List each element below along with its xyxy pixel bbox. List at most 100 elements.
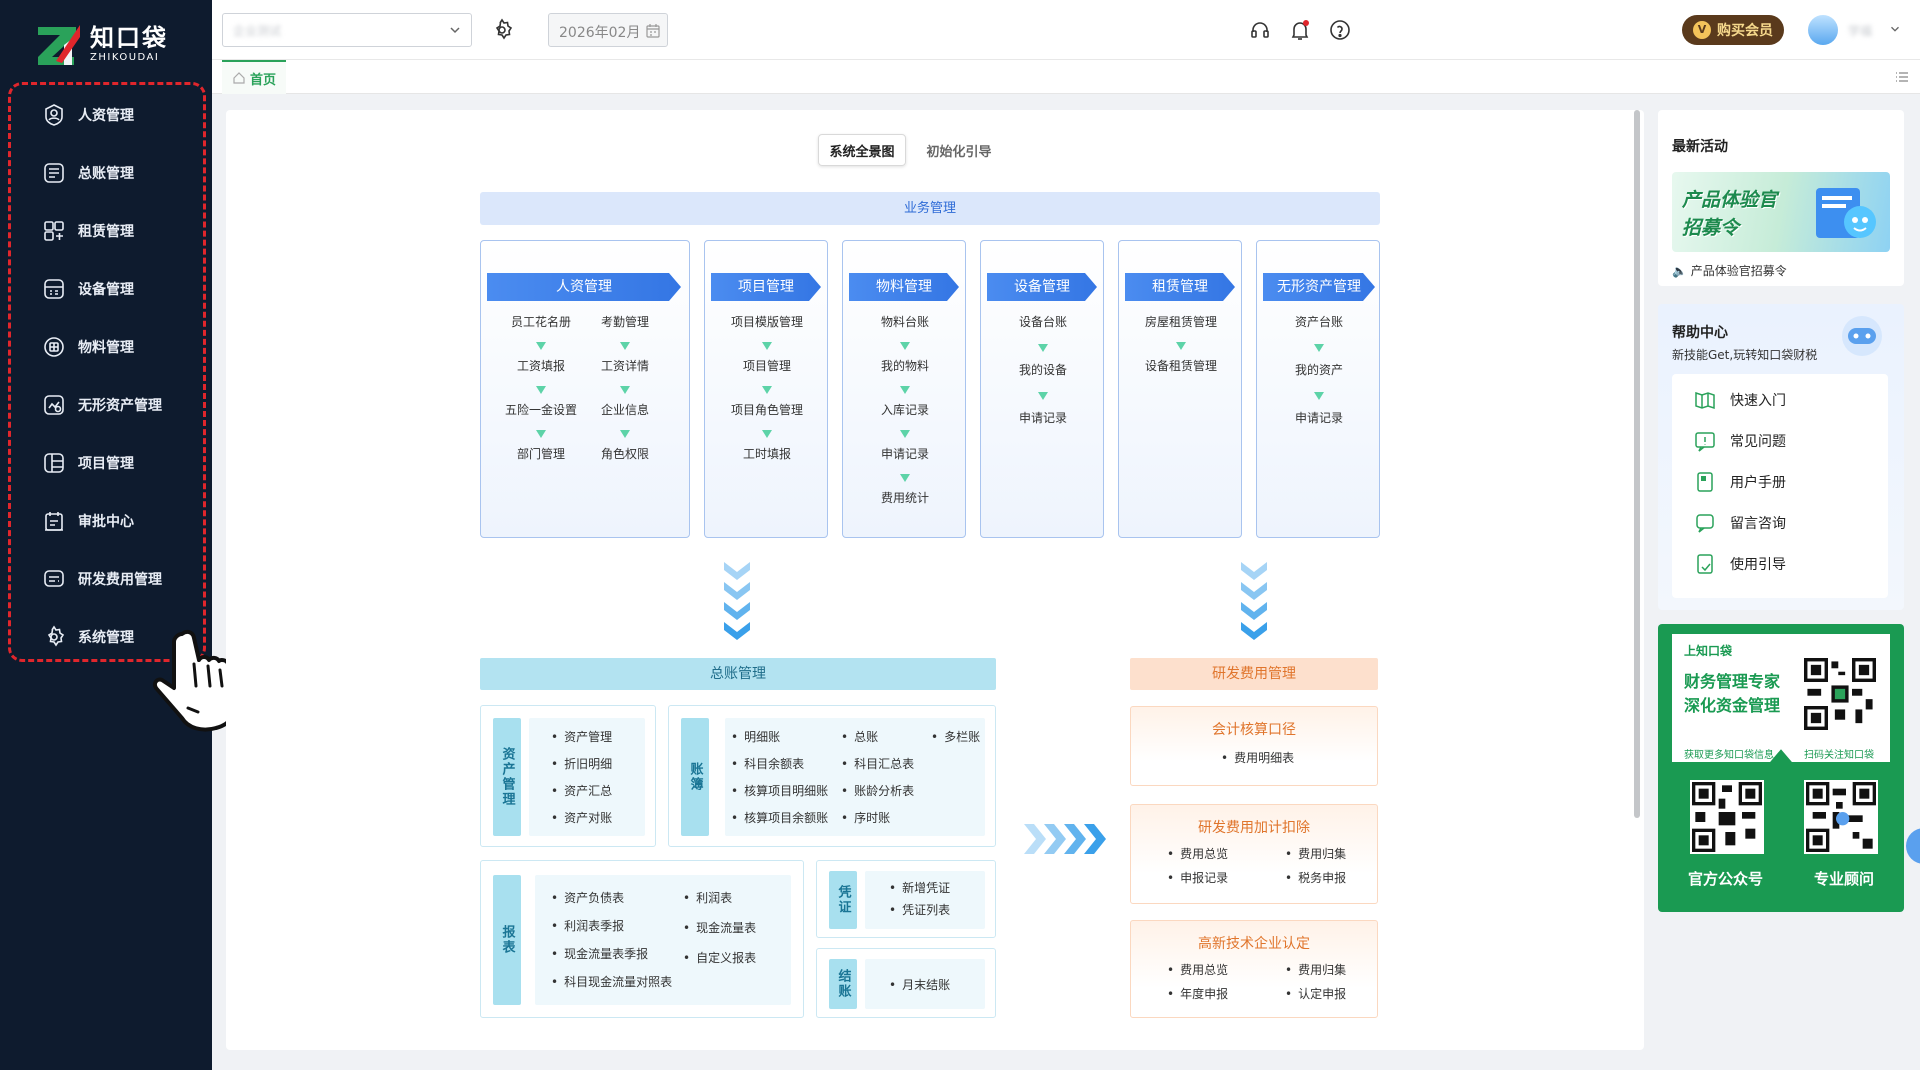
module-hr-title[interactable]: 人资管理 (487, 273, 681, 301)
module-lease-title[interactable]: 租赁管理 (1125, 273, 1235, 301)
link-depreciation[interactable]: 折旧明细 (551, 755, 612, 772)
link-account-balance[interactable]: 科目余额表 (731, 755, 804, 772)
scrollbar-thumb[interactable] (1634, 110, 1640, 818)
headset-icon[interactable] (1248, 18, 1272, 42)
help-circle-icon[interactable] (1328, 18, 1352, 42)
list-menu-icon[interactable] (1894, 69, 1910, 85)
qr-official-account-icon[interactable] (1690, 780, 1764, 854)
gl-header: 总账管理 (480, 658, 996, 690)
link-declare-record[interactable]: 申报记录 (1167, 869, 1228, 886)
link-project-template[interactable]: 项目模版管理 (717, 313, 817, 330)
link-device-request[interactable]: 申请记录 (993, 409, 1093, 426)
tab-home[interactable]: 首页 (222, 60, 286, 94)
link-general-ledger[interactable]: 总账 (841, 728, 878, 745)
link-multi-column[interactable]: 多栏账 (931, 728, 980, 745)
link-aging-analysis[interactable]: 账龄分析表 (841, 782, 914, 799)
link-profit-statement[interactable]: 利润表 (683, 889, 732, 906)
arrow-down-icon (620, 386, 630, 394)
qr-advisor-icon[interactable] (1804, 780, 1878, 854)
link-material-request[interactable]: 申请记录 (855, 445, 955, 462)
month-picker[interactable]: 2026年02月 (548, 13, 668, 47)
link-expense-collection[interactable]: 费用归集 (1285, 845, 1346, 862)
floating-chat-button[interactable] (1906, 828, 1920, 864)
link-hightech-collection[interactable]: 费用归集 (1285, 961, 1346, 978)
module-device-title[interactable]: 设备管理 (987, 273, 1097, 301)
link-account-summary[interactable]: 科目汇总表 (841, 755, 914, 772)
help-user-manual[interactable]: 用户手册 (1694, 470, 1786, 494)
sidebar-item-approval[interactable]: 审批中心 (30, 492, 200, 550)
sidebar-item-material[interactable]: 物料管理 (30, 318, 200, 376)
link-hightech-overview[interactable]: 费用总览 (1167, 961, 1228, 978)
link-annual-declare[interactable]: 年度申报 (1167, 985, 1228, 1002)
company-select[interactable]: 企业测试 (222, 13, 472, 47)
sidebar-item-hr[interactable]: 人资管理 (30, 86, 200, 144)
bell-icon[interactable] (1288, 18, 1312, 42)
link-project-role[interactable]: 项目角色管理 (717, 401, 817, 418)
link-house-lease[interactable]: 房屋租赁管理 (1131, 313, 1231, 330)
link-my-device[interactable]: 我的设备 (993, 361, 1093, 378)
tab-init-guide[interactable]: 初始化引导 (914, 134, 1004, 166)
logo[interactable]: 知口袋 ZHIKOUDAI (36, 22, 186, 68)
sidebar-item-device[interactable]: 设备管理 (30, 260, 200, 318)
link-item-balance[interactable]: 核算项目余额账 (731, 809, 828, 826)
chevron-down-icon[interactable] (1888, 22, 1902, 36)
link-salary-detail[interactable]: 工资详情 (575, 357, 675, 374)
module-project-title[interactable]: 项目管理 (711, 273, 821, 301)
link-asset-request[interactable]: 申请记录 (1269, 409, 1369, 426)
rd-deduction-title[interactable]: 研发费用加计扣除 (1131, 817, 1377, 837)
link-certification-declare[interactable]: 认定申报 (1285, 985, 1346, 1002)
sidebar-item-project[interactable]: 项目管理 (30, 434, 200, 492)
link-balance-sheet[interactable]: 资产负债表 (551, 889, 624, 906)
link-material-ledger[interactable]: 物料台账 (855, 313, 955, 330)
link-detail-ledger[interactable]: 明细账 (731, 728, 780, 745)
rd-hightech-title[interactable]: 高新技术企业认定 (1131, 933, 1377, 953)
link-device-ledger[interactable]: 设备台账 (993, 313, 1093, 330)
link-cost-stats[interactable]: 费用统计 (855, 489, 955, 506)
link-expense-detail[interactable]: 费用明细表 (1221, 749, 1294, 766)
link-asset-manage[interactable]: 资产管理 (551, 728, 612, 745)
sidebar-item-rd-expense[interactable]: 研发费用管理 (30, 550, 200, 608)
link-voucher-list[interactable]: 凭证列表 (889, 901, 950, 918)
sidebar-item-intangible-assets[interactable]: 无形资产管理 (30, 376, 200, 434)
link-inbound-record[interactable]: 入库记录 (855, 401, 955, 418)
link-project-manage[interactable]: 项目管理 (717, 357, 817, 374)
tab-system-overview[interactable]: 系统全景图 (818, 134, 906, 166)
link-asset-reconcile[interactable]: 资产对账 (551, 809, 612, 826)
link-device-lease[interactable]: 设备租赁管理 (1131, 357, 1231, 374)
help-message[interactable]: 留言咨询 (1694, 511, 1786, 535)
link-company-info[interactable]: 企业信息 (575, 401, 675, 418)
activity-caption[interactable]: 🔈 产品体验官招募令 (1672, 262, 1787, 279)
settings-gear-icon[interactable] (490, 18, 514, 42)
link-new-voucher[interactable]: 新增凭证 (889, 879, 950, 896)
link-cashflow-statement[interactable]: 现金流量表 (683, 919, 756, 936)
link-item-detail-ledger[interactable]: 核算项目明细账 (731, 782, 828, 799)
link-tax-declare[interactable]: 税务申报 (1285, 869, 1346, 886)
link-profit-quarterly[interactable]: 利润表季报 (551, 917, 624, 934)
link-expense-overview[interactable]: 费用总览 (1167, 845, 1228, 862)
link-attendance[interactable]: 考勤管理 (575, 313, 675, 330)
arrow-down-icon (1314, 344, 1324, 352)
module-material-title[interactable]: 物料管理 (849, 273, 959, 301)
help-quick-start[interactable]: 快速入门 (1694, 388, 1786, 412)
help-usage-guide[interactable]: 使用引导 (1694, 552, 1786, 576)
link-my-asset[interactable]: 我的资产 (1269, 361, 1369, 378)
buy-membership-button[interactable]: V 购买会员 (1682, 15, 1784, 45)
link-month-end-closing[interactable]: 月末结账 (889, 976, 950, 993)
user-name[interactable]: 学福 (1848, 22, 1872, 39)
rd-accounting-title[interactable]: 会计核算口径 (1131, 719, 1377, 739)
link-asset-ledger[interactable]: 资产台账 (1269, 313, 1369, 330)
link-cashflow-mapping[interactable]: 科目现金流量对照表 (551, 973, 672, 990)
avatar[interactable] (1808, 15, 1838, 45)
link-asset-summary[interactable]: 资产汇总 (551, 782, 612, 799)
module-intangible-title[interactable]: 无形资产管理 (1263, 273, 1375, 301)
activity-banner[interactable]: 产品体验官 招募令 (1672, 172, 1890, 252)
link-journal[interactable]: 序时账 (841, 809, 890, 826)
link-my-material[interactable]: 我的物料 (855, 357, 955, 374)
link-cashflow-quarterly[interactable]: 现金流量表季报 (551, 945, 648, 962)
link-custom-report[interactable]: 自定义报表 (683, 949, 756, 966)
link-role-permission[interactable]: 角色权限 (575, 445, 675, 462)
help-faq[interactable]: 常见问题 (1694, 429, 1786, 453)
link-timesheet[interactable]: 工时填报 (717, 445, 817, 462)
sidebar-item-lease[interactable]: 租赁管理 (30, 202, 200, 260)
sidebar-item-general-ledger[interactable]: 总账管理 (30, 144, 200, 202)
